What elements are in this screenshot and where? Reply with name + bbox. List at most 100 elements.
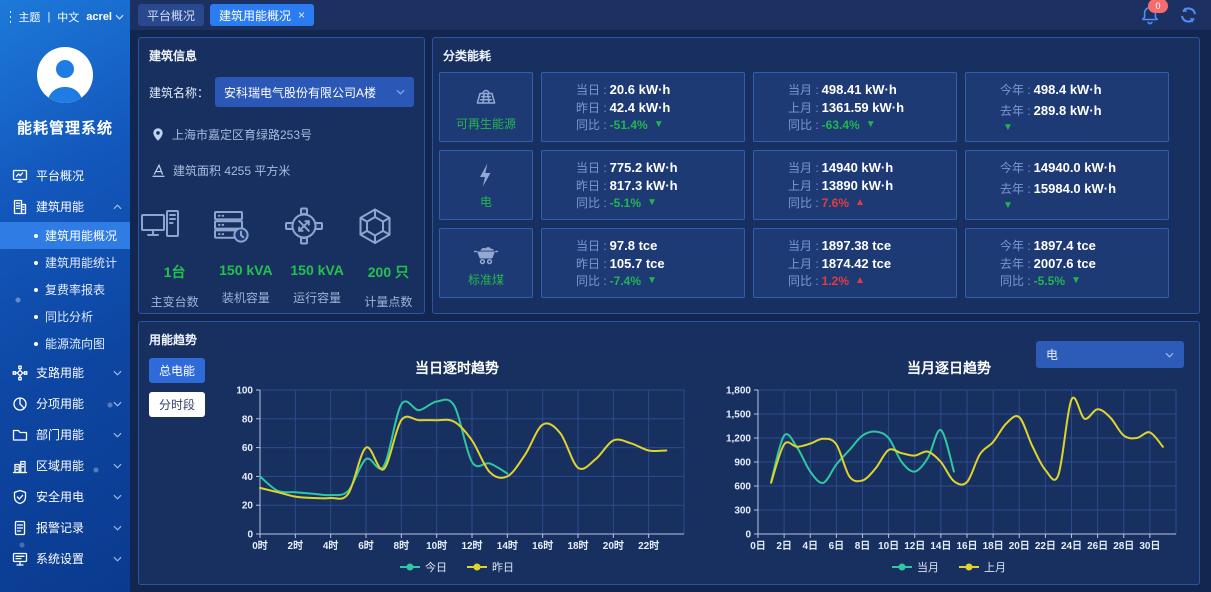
- monitor-icon: [12, 168, 28, 184]
- stat-line: 上月 : 1361.59 kW·h: [788, 99, 950, 116]
- legend-item-当月[interactable]: 当月: [892, 559, 939, 575]
- submenu-item-label: 建筑用能概况: [45, 227, 117, 244]
- building-area-row: 建筑面积 4255 平方米: [151, 162, 412, 179]
- stat-line-value: 498.41 kW·h: [822, 82, 897, 97]
- legend-item-今日[interactable]: 今日: [400, 559, 447, 575]
- sidebar-subitem-复费率报表[interactable]: 复费率报表: [0, 276, 130, 303]
- sidebar-subitem-能源流向图[interactable]: 能源流向图: [0, 330, 130, 357]
- stat-line: 今年 : 1897.4 tce: [1000, 237, 1162, 254]
- menu-item-label: 支路用能: [36, 364, 105, 381]
- svg-text:22日: 22日: [1035, 540, 1056, 552]
- svg-text:40: 40: [242, 472, 254, 483]
- stat-line-label: 去年 :: [1000, 255, 1031, 272]
- category-stat-card: 今年 : 1897.4 tce去年 : 2007.6 tce同比 : -5.5%…: [965, 228, 1169, 298]
- building-stat-主变台数: 1台主变台数: [139, 205, 210, 310]
- tab-item[interactable]: 平台概况: [138, 4, 204, 26]
- trend-button-总电能[interactable]: 总电能: [149, 358, 205, 383]
- trend-buttons: 总电能分时段: [149, 358, 205, 417]
- avatar[interactable]: [37, 47, 93, 103]
- sidebar-item-分项用能[interactable]: 分项用能: [0, 388, 130, 419]
- legend-item-昨日[interactable]: 昨日: [467, 559, 514, 575]
- sidebar-item-建筑用能[interactable]: 建筑用能: [0, 191, 130, 222]
- ratio-value: -7.4%: [610, 274, 641, 288]
- sidebar-item-平台概况[interactable]: 平台概况: [0, 160, 130, 191]
- theme-link[interactable]: 主题: [18, 9, 40, 25]
- bullet-dot: [34, 288, 38, 292]
- stat-line-value: 1897.38 tce: [822, 238, 891, 253]
- sidebar-subitem-同比分析[interactable]: 同比分析: [0, 303, 130, 330]
- svg-text:4时: 4时: [323, 539, 339, 552]
- user-menu[interactable]: acrel: [86, 11, 124, 23]
- trend-down-icon: ▼: [1003, 122, 1013, 133]
- charts-area: 当日逐时趋势0时2时4时6时8时10时12时14时16时18时20时22时020…: [211, 348, 1199, 575]
- settings-icon: [12, 551, 28, 567]
- chevron-down-icon: [1165, 352, 1174, 358]
- ratio-label: 同比 :: [576, 272, 607, 289]
- svg-text:0时: 0时: [252, 539, 268, 552]
- menu-item-label: 安全用电: [36, 488, 105, 505]
- category-name: 电: [480, 193, 492, 210]
- ratio-line: 同比 : -5.1%▼: [576, 194, 738, 211]
- language-link[interactable]: 中文: [57, 9, 79, 25]
- category-icon-card: 标准煤: [439, 228, 533, 298]
- caret-down-icon: [113, 401, 122, 407]
- building-area: 建筑面积 4255 平方米: [173, 162, 290, 179]
- submenu-item-label: 能源流向图: [45, 335, 105, 352]
- sidebar-item-报警记录[interactable]: 报警记录: [0, 512, 130, 543]
- trend-button-分时段[interactable]: 分时段: [149, 392, 205, 417]
- stat-label: 主变台数: [139, 293, 210, 310]
- building-select-value: 安科瑞电气股份有限公司A楼: [224, 84, 376, 101]
- menu-item-label: 系统设置: [36, 550, 105, 567]
- stat-line-value: 14940 kW·h: [822, 160, 894, 175]
- sidebar-item-部门用能[interactable]: 部门用能: [0, 419, 130, 450]
- legend-item-上月[interactable]: 上月: [959, 559, 1006, 575]
- legend-marker-icon: [892, 563, 912, 571]
- sidebar-item-安全用电[interactable]: 安全用电: [0, 481, 130, 512]
- tab-close-icon[interactable]: ×: [298, 8, 305, 22]
- stat-line-label: 当日 :: [576, 159, 607, 176]
- caret-down-icon: [113, 494, 122, 500]
- svg-text:8时: 8时: [394, 539, 410, 552]
- ratio-line: 同比 : -5.5%▼: [1000, 272, 1162, 289]
- ratio-label: 同比 :: [788, 272, 819, 289]
- sidebar-item-系统设置[interactable]: 系统设置: [0, 543, 130, 574]
- trend-down-icon: ▼: [654, 119, 664, 130]
- main-area: 平台概况建筑用能概况× 0: [130, 0, 1211, 592]
- stat-line-label: 昨日 :: [576, 99, 607, 116]
- stat-line: 当月 : 498.41 kW·h: [788, 81, 950, 98]
- svg-text:80: 80: [242, 414, 254, 425]
- svg-text:2日: 2日: [776, 540, 792, 552]
- sidebar-subitem-建筑用能概况[interactable]: 建筑用能概况: [0, 222, 130, 249]
- building-name-label: 建筑名称：: [149, 84, 209, 101]
- stat-line-value: 1361.59 kW·h: [822, 100, 904, 115]
- building-stat-计量点数: 200 只计量点数: [353, 205, 424, 310]
- stat-line-label: 当日 :: [576, 237, 607, 254]
- network-icon: [282, 205, 353, 249]
- refresh-button[interactable]: [1178, 5, 1199, 25]
- building-info-panel: 建筑信息 建筑名称： 安科瑞电气股份有限公司A楼 上海市嘉定区育绿路253号: [138, 37, 425, 314]
- svg-text:8日: 8日: [855, 540, 871, 552]
- stat-line: 当月 : 1897.38 tce: [788, 237, 950, 254]
- caret-down-icon: [113, 556, 122, 562]
- notifications-button[interactable]: 0: [1140, 5, 1160, 25]
- chart-monthly-daily-trend-chart: 当月逐日趋势0日2日4日6日8日10日12日14日16日18日20日22日24日…: [703, 348, 1195, 575]
- building-address: 上海市嘉定区育绿路253号: [172, 126, 312, 143]
- sidebar-item-支路用能[interactable]: 支路用能: [0, 357, 130, 388]
- stat-line-label: 去年 :: [1000, 180, 1031, 197]
- building-select[interactable]: 安科瑞电气股份有限公司A楼: [215, 77, 414, 107]
- category-stat-card: 当日 : 20.6 kW·h昨日 : 42.4 kW·h同比 : -51.4%▼: [541, 72, 745, 142]
- sidebar-item-区域用能[interactable]: 区域用能: [0, 450, 130, 481]
- ratio-line: 同比 : 7.6%▲: [788, 194, 950, 211]
- stat-line-value: 1874.42 tce: [822, 256, 891, 271]
- hamburger-menu-icon[interactable]: [10, 11, 11, 23]
- content: 建筑信息 建筑名称： 安科瑞电气股份有限公司A楼 上海市嘉定区育绿路253号: [130, 30, 1211, 592]
- svg-text:0: 0: [745, 530, 751, 541]
- tab-active[interactable]: 建筑用能概况×: [210, 4, 314, 26]
- solar-icon: [471, 82, 501, 112]
- stat-line-label: 当月 :: [788, 237, 819, 254]
- energy-type-select[interactable]: 电: [1036, 341, 1184, 368]
- svg-text:20时: 20时: [603, 539, 624, 552]
- sidebar-subitem-建筑用能统计[interactable]: 建筑用能统计: [0, 249, 130, 276]
- region-icon: [12, 458, 28, 474]
- trend-down-icon: ▼: [1071, 275, 1081, 286]
